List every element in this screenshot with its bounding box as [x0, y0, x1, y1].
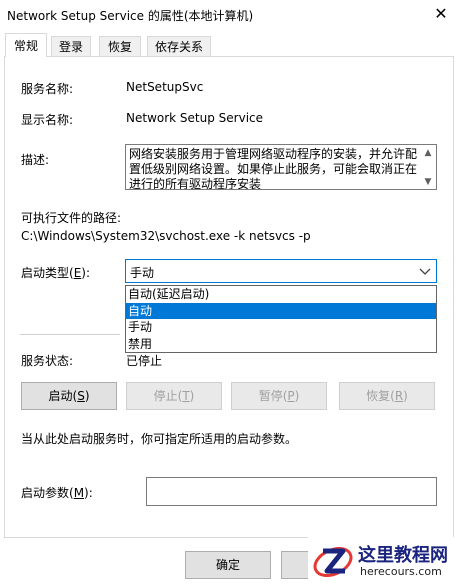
exe-path-label: 可执行文件的路径: — [21, 211, 122, 225]
startup-type-select[interactable]: 手动 — [125, 259, 437, 283]
description-label: 描述: — [21, 153, 50, 167]
display-name-label: 显示名称: — [21, 113, 74, 127]
start-button[interactable]: 启动(S) — [21, 382, 117, 410]
description-box[interactable]: 网络安装服务用于管理网络驱动程序的安装，并允许配置低级别网络设置。如果停止此服务… — [125, 144, 437, 190]
description-text: 网络安装服务用于管理网络驱动程序的安装，并允许配置低级别网络设置。如果停止此服务… — [129, 147, 418, 190]
ok-button[interactable]: 确定 — [185, 551, 271, 579]
tab-dependencies[interactable]: 依存关系 — [147, 36, 211, 56]
service-status-value: 已停止 — [126, 354, 163, 368]
watermark: 这里教程网 herecours.com — [308, 537, 458, 585]
tab-logon[interactable]: 登录 — [51, 36, 91, 56]
scroll-up-icon[interactable]: ▲ — [423, 148, 433, 158]
description-scrollbar[interactable]: ▲ ▼ — [420, 145, 436, 189]
watermark-url: herecours.com — [360, 565, 442, 578]
scroll-down-icon[interactable]: ▼ — [423, 177, 433, 187]
service-status-label: 服务状态: — [21, 354, 74, 368]
dropdown-option-selected[interactable]: 自动 — [126, 302, 436, 319]
start-params-hint: 当从此处启动服务时，你可指定所适用的启动参数。 — [21, 432, 298, 446]
dropdown-option[interactable]: 自动(延迟启动) — [126, 286, 436, 303]
pause-button[interactable]: 暂停(P) — [231, 382, 327, 410]
title-bar: Network Setup Service 的属性(本地计算机) ✕ — [0, 0, 458, 30]
startup-type-dropdown: 自动(延迟启动) 自动 手动 禁用 — [125, 285, 437, 353]
divider — [20, 334, 120, 335]
start-params-label: 启动参数(M): — [21, 486, 93, 500]
tab-label: 恢复 — [107, 40, 132, 54]
exe-path-value: C:\Windows\System32\svchost.exe -k netsv… — [21, 229, 311, 243]
tab-recovery[interactable]: 恢复 — [99, 36, 141, 56]
tab-label: 常规 — [13, 39, 38, 53]
startup-type-value: 手动 — [130, 266, 155, 280]
tab-label: 依存关系 — [154, 40, 203, 54]
start-params-input[interactable] — [146, 477, 437, 506]
watermark-title: 这里教程网 — [358, 545, 448, 566]
startup-type-label: 启动类型(E): — [21, 266, 91, 280]
service-name-label: 服务名称: — [21, 82, 74, 96]
stop-button[interactable]: 停止(T) — [126, 382, 222, 410]
dropdown-option[interactable]: 手动 — [126, 319, 436, 336]
window-title: Network Setup Service 的属性(本地计算机) — [7, 9, 254, 23]
watermark-logo-icon — [313, 546, 353, 578]
dropdown-option[interactable]: 禁用 — [126, 336, 436, 353]
tab-label: 登录 — [58, 40, 83, 54]
tab-general[interactable]: 常规 — [5, 33, 47, 57]
chevron-down-icon — [419, 262, 431, 283]
resume-button[interactable]: 恢复(R) — [339, 382, 435, 410]
close-icon[interactable]: ✕ — [428, 3, 454, 25]
service-name-value: NetSetupSvc — [126, 80, 204, 94]
display-name-value: Network Setup Service — [126, 111, 264, 125]
